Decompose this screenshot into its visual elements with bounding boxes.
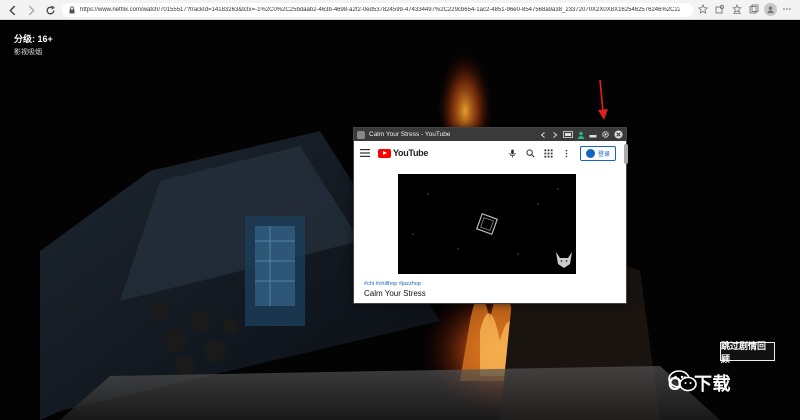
pip-titlebar[interactable]: Calm Your Stress - YouTube	[354, 128, 626, 141]
more-vertical-icon[interactable]	[562, 149, 572, 159]
lock-icon[interactable]	[68, 6, 76, 14]
pip-app-icon	[357, 130, 365, 139]
video-hashtags[interactable]: #chi #chillhop #jazzhop	[364, 281, 421, 287]
maturity-rating: 分级: 16+ 影视吸烟	[14, 32, 53, 57]
search-icon[interactable]	[526, 149, 536, 159]
microphone-icon[interactable]	[508, 149, 518, 159]
rating-subtitle: 影视吸烟	[14, 49, 42, 56]
more-icon[interactable]	[780, 2, 794, 16]
forward-icon[interactable]	[22, 1, 40, 19]
minimize-icon[interactable]	[589, 130, 597, 139]
rating-title: 分级: 16+	[14, 34, 53, 44]
profile-icon[interactable]	[764, 2, 777, 16]
star-icon[interactable]	[696, 2, 710, 16]
hamburger-menu-icon[interactable]	[360, 149, 370, 157]
account-icon	[585, 149, 595, 158]
favorites-icon[interactable]	[730, 2, 744, 16]
user-icon[interactable]	[577, 130, 585, 139]
video-thumbnail	[398, 174, 576, 274]
cast-icon[interactable]	[563, 130, 573, 139]
back-icon[interactable]	[3, 1, 21, 19]
address-bar[interactable]: https://www.netflix.com/watch/70155517?t…	[62, 3, 694, 17]
youtube-video-player[interactable]	[398, 174, 576, 274]
youtube-play-icon	[378, 148, 391, 158]
pip-window[interactable]: Calm Your Stress - YouTube YouTube 登录 #c…	[353, 127, 628, 304]
annotation-arrow-icon	[598, 79, 608, 120]
watermark: Ob下载	[668, 370, 731, 396]
pip-forward-icon[interactable]	[551, 130, 559, 139]
settings-icon[interactable]	[601, 130, 610, 139]
browser-toolbar: https://www.netflix.com/watch/70155517?t…	[0, 0, 800, 20]
url-text: https://www.netflix.com/watch/70155517?t…	[80, 7, 680, 13]
pip-back-icon[interactable]	[539, 130, 547, 139]
youtube-logo-text: YouTube	[393, 148, 429, 158]
youtube-header: YouTube 登录	[354, 141, 628, 165]
skip-recap-button[interactable]: 跳过剧情回顾	[720, 341, 775, 364]
close-icon[interactable]	[614, 130, 623, 139]
youtube-logo[interactable]: YouTube	[378, 148, 428, 158]
scrollbar-thumb[interactable]	[624, 144, 628, 164]
apps-grid-icon[interactable]	[544, 149, 554, 159]
signin-label: 登录	[597, 152, 610, 158]
pip-window-title: Calm Your Stress - YouTube	[369, 131, 451, 138]
refresh-icon[interactable]	[41, 1, 59, 19]
wechat-icon	[668, 370, 697, 392]
signin-button[interactable]: 登录	[579, 146, 616, 161]
collections-icon[interactable]	[747, 2, 761, 16]
extensions-icon[interactable]	[713, 2, 727, 16]
video-title: Calm Your Stress	[364, 289, 426, 298]
